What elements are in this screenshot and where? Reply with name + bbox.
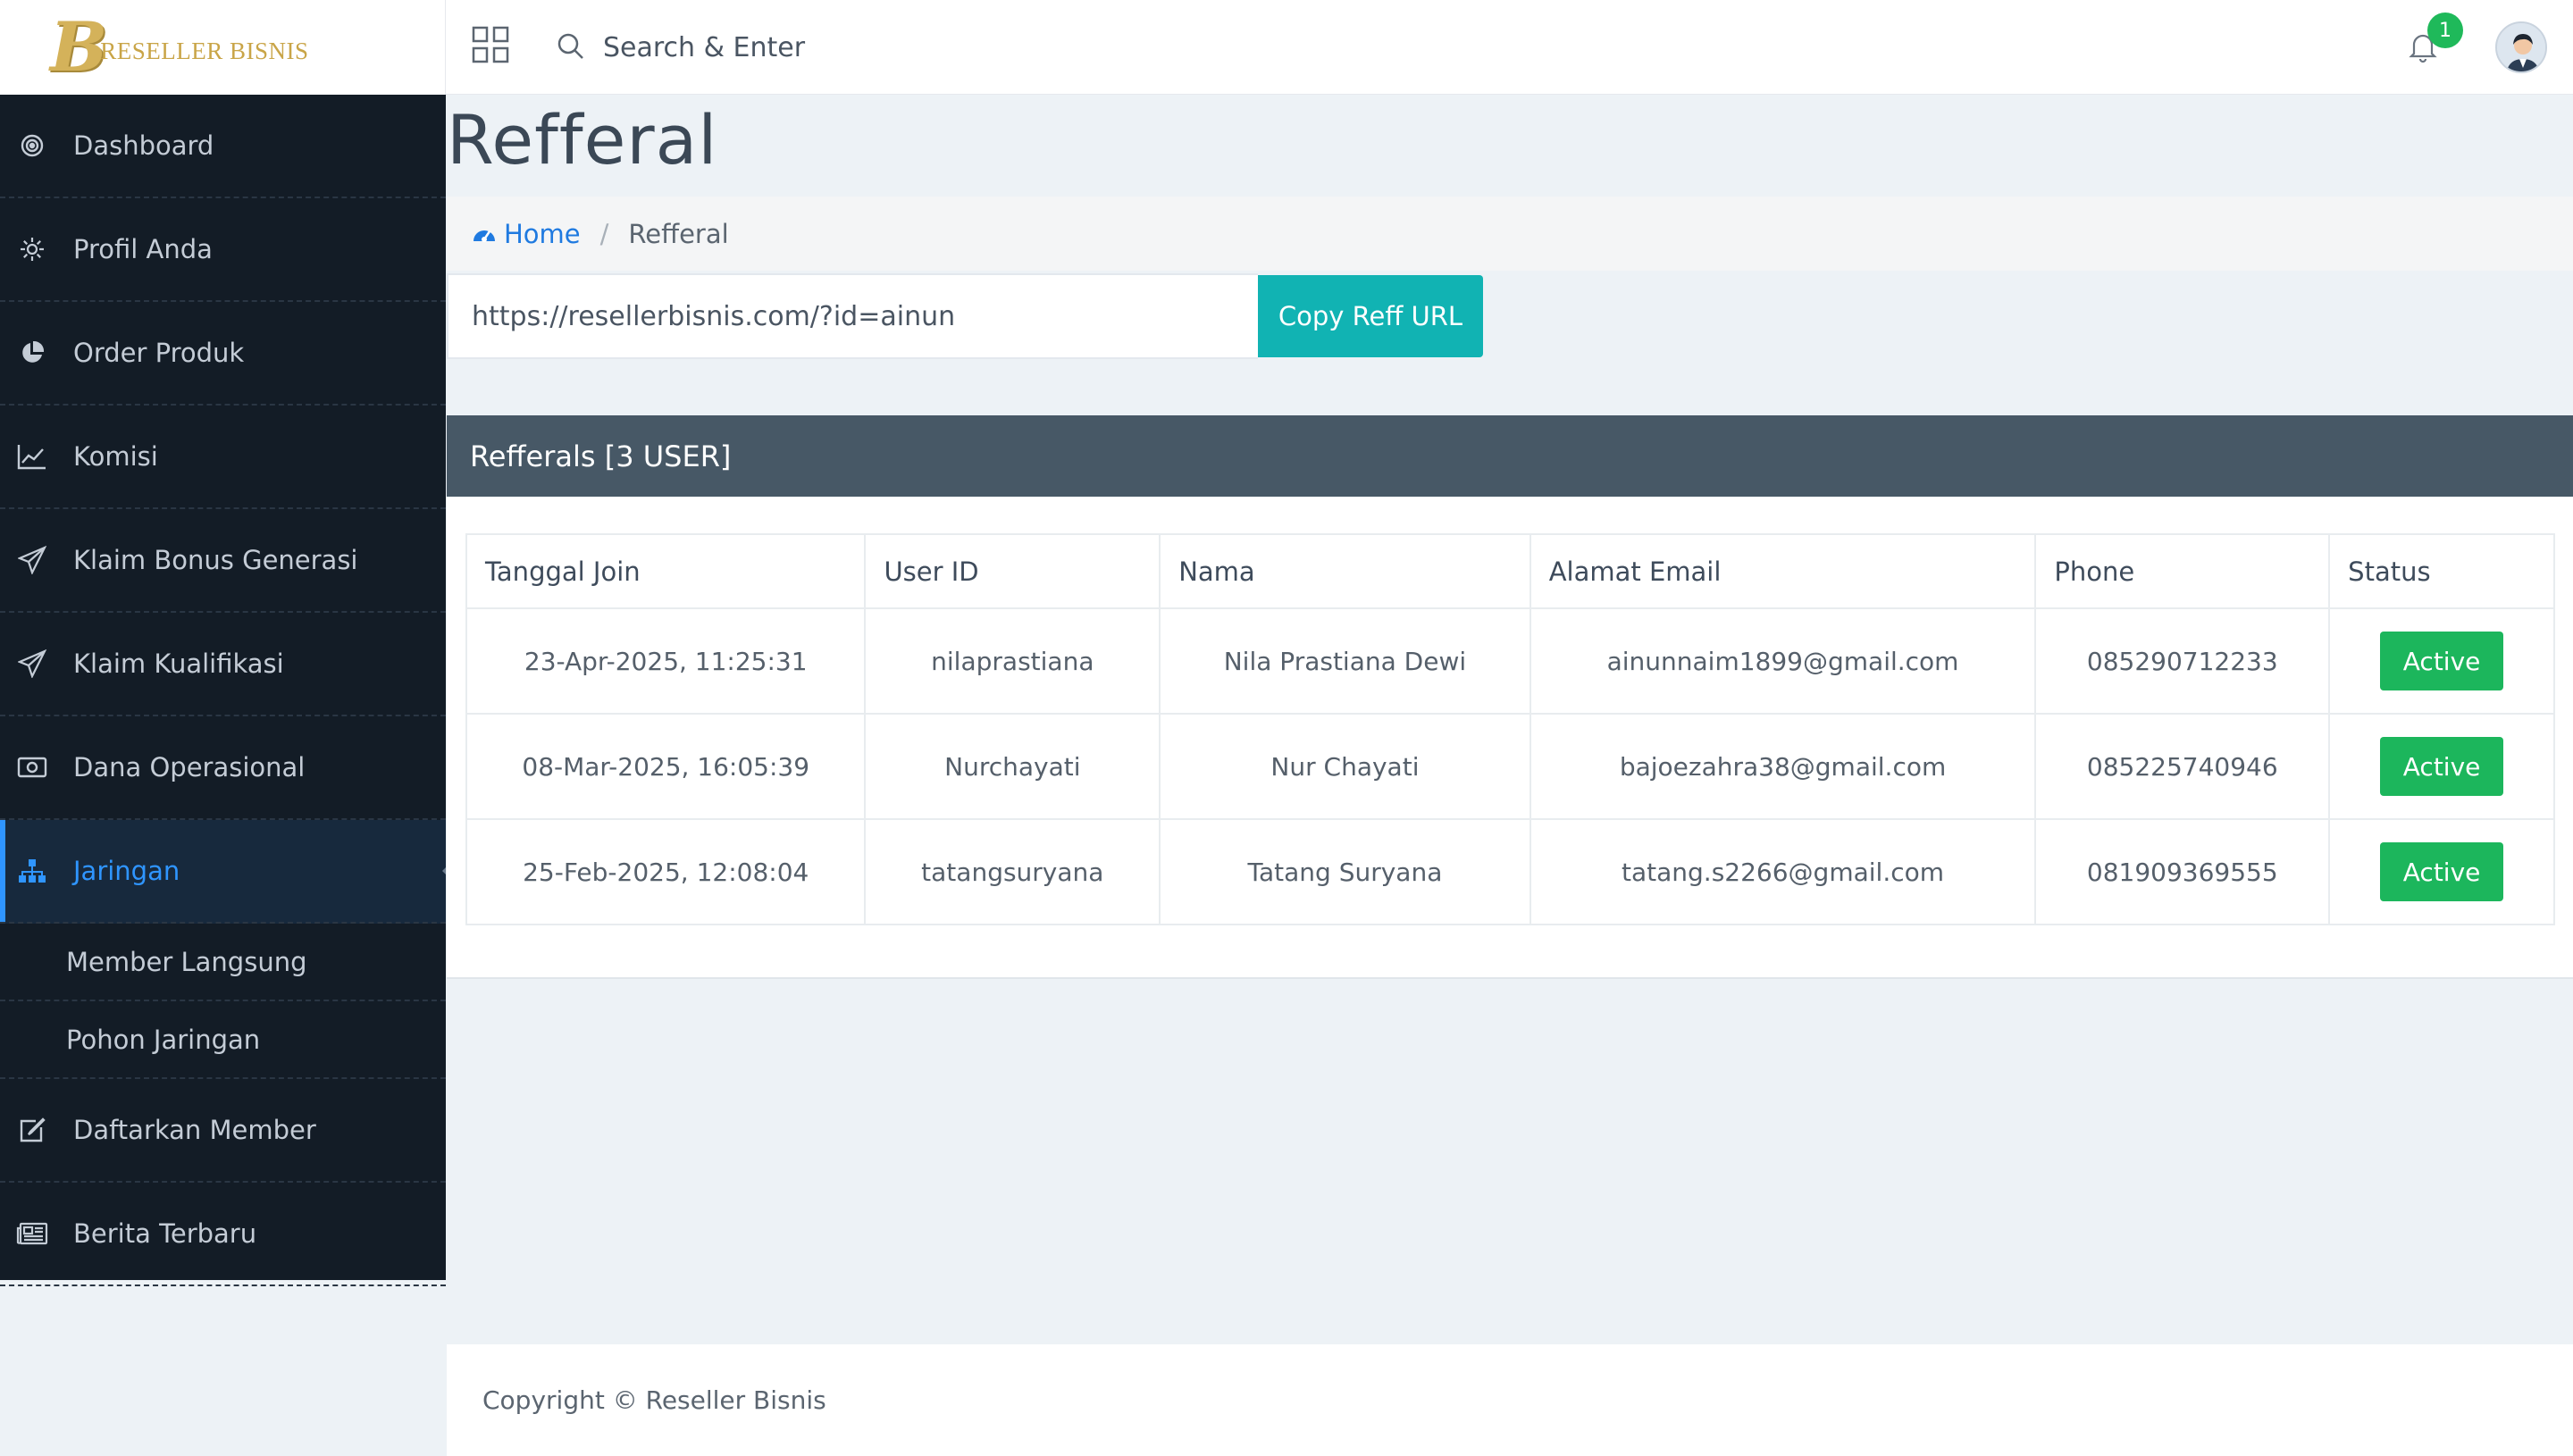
sidebar-item-dashboard[interactable]: Dashboard	[0, 95, 446, 198]
newspaper-icon	[16, 1218, 48, 1250]
column-header: Nama	[1159, 533, 1531, 609]
referral-url-input[interactable]	[447, 273, 1258, 359]
status-active-button[interactable]: Active	[2380, 842, 2504, 901]
referrals-table: Tanggal Join User ID Nama Alamat Email P…	[465, 533, 2555, 925]
cell-status: Active	[2328, 607, 2555, 715]
sidebar-subitem-pohon-jaringan[interactable]: Pohon Jaringan	[0, 1001, 446, 1079]
sidebar-item-jaringan[interactable]: Jaringan	[0, 820, 446, 924]
column-header: User ID	[864, 533, 1161, 609]
cell-date: 25-Feb-2025, 12:08:04	[465, 818, 867, 925]
sidebar-item-label: Berita Terbaru	[73, 1218, 257, 1249]
brand-logo[interactable]: B RESELLER BISNIS	[0, 0, 446, 95]
cell-email: tatang.s2266@gmail.com	[1529, 818, 2037, 925]
sidebar-subitem-member-langsung[interactable]: Member Langsung	[0, 924, 446, 1001]
top-bar: 1	[446, 0, 2573, 95]
column-header: Phone	[2034, 533, 2331, 609]
sidebar-item-label: Klaim Kualifikasi	[73, 649, 284, 679]
breadcrumb-home-label: Home	[504, 218, 581, 249]
sidebar-item-dana-operasional[interactable]: Dana Operasional	[0, 716, 446, 820]
cell-user-id: nilaprastiana	[864, 607, 1161, 715]
column-header: Status	[2328, 533, 2555, 609]
notification-badge[interactable]: 1	[2427, 13, 2463, 48]
cell-date: 23-Apr-2025, 11:25:31	[465, 607, 867, 715]
sidebar-item-profil[interactable]: Profil Anda	[0, 198, 446, 302]
sidebar-item-komisi[interactable]: Komisi	[0, 406, 446, 509]
breadcrumb-current: Refferal	[628, 218, 729, 249]
sidebar-item-label: Klaim Bonus Generasi	[73, 545, 358, 575]
search-input[interactable]	[603, 25, 1139, 70]
sidebar-item-label: Jaringan	[73, 856, 180, 886]
logo-letter: B	[50, 7, 108, 87]
dashboard-gauge-icon	[474, 230, 495, 242]
paper-plane-icon	[16, 544, 48, 576]
panel-title: Refferals [3 USER]	[447, 415, 2573, 497]
breadcrumb: Home / Refferal	[447, 197, 2573, 271]
sidebar-item-label: Profil Anda	[73, 234, 213, 264]
column-header: Alamat Email	[1529, 533, 2037, 609]
sitemap-icon	[16, 855, 48, 887]
sidebar-item-label: Komisi	[73, 441, 158, 472]
referrals-panel: Refferals [3 USER] Tanggal Join User ID …	[447, 415, 2573, 979]
sidebar-item-label: Order Produk	[73, 338, 245, 368]
status-active-button[interactable]: Active	[2380, 632, 2504, 690]
cell-email: ainunnaim1899@gmail.com	[1529, 607, 2037, 715]
status-active-button[interactable]: Active	[2380, 737, 2504, 796]
cell-email: bajoezahra38@gmail.com	[1529, 713, 2037, 820]
line-chart-icon	[16, 440, 48, 473]
column-header: Tanggal Join	[465, 533, 867, 609]
avatar[interactable]	[2495, 21, 2547, 73]
search-icon	[557, 32, 585, 61]
breadcrumb-home-link[interactable]: Home	[472, 219, 581, 249]
table-header-row: Tanggal Join User ID Nama Alamat Email P…	[465, 533, 2555, 609]
cell-name: Tatang Suryana	[1159, 818, 1531, 925]
footer-copyright: Copyright © Reseller Bisnis	[482, 1385, 826, 1415]
breadcrumb-separator: /	[599, 218, 609, 249]
cell-status: Active	[2328, 713, 2555, 820]
cell-date: 08-Mar-2025, 16:05:39	[465, 713, 867, 820]
paper-plane-icon	[16, 648, 48, 680]
cell-phone: 081909369555	[2034, 818, 2331, 925]
cell-name: Nur Chayati	[1159, 713, 1531, 820]
table-row: 08-Mar-2025, 16:05:39 Nurchayati Nur Cha…	[465, 713, 2555, 820]
logo-text: RESELLER BISNIS	[100, 37, 309, 64]
cell-user-id: tatangsuryana	[864, 818, 1161, 925]
sidebar-item-berita-terbaru[interactable]: Berita Terbaru	[0, 1183, 446, 1286]
apps-grid-icon[interactable]	[471, 25, 510, 64]
target-icon	[16, 130, 48, 162]
edit-icon	[16, 1114, 48, 1146]
sidebar-item-klaim-kualifikasi[interactable]: Klaim Kualifikasi	[0, 613, 446, 716]
sidebar-item-daftarkan-member[interactable]: Daftarkan Member	[0, 1079, 446, 1183]
copy-reff-url-button[interactable]: Copy Reff URL	[1258, 275, 1483, 357]
sidebar: Dashboard Profil Anda Order Produk Komis…	[0, 95, 446, 1286]
cell-phone: 085225740946	[2034, 713, 2331, 820]
sidebar-item-label: Dana Operasional	[73, 752, 306, 782]
footer: Copyright © Reseller Bisnis	[447, 1344, 2573, 1456]
page-title: Refferal	[447, 100, 718, 180]
gear-icon	[16, 233, 48, 265]
table-row: 25-Feb-2025, 12:08:04 tatangsuryana Tata…	[465, 818, 2555, 925]
pie-chart-icon	[16, 337, 48, 369]
table-row: 23-Apr-2025, 11:25:31 nilaprastiana Nila…	[465, 607, 2555, 715]
cell-user-id: Nurchayati	[864, 713, 1161, 820]
sidebar-item-label: Daftarkan Member	[73, 1115, 316, 1145]
cell-status: Active	[2328, 818, 2555, 925]
sidebar-item-label: Dashboard	[73, 130, 214, 161]
cell-phone: 085290712233	[2034, 607, 2331, 715]
sidebar-item-order-produk[interactable]: Order Produk	[0, 302, 446, 406]
cell-name: Nila Prastiana Dewi	[1159, 607, 1531, 715]
money-icon	[16, 751, 48, 783]
sidebar-item-klaim-bonus-generasi[interactable]: Klaim Bonus Generasi	[0, 509, 446, 613]
